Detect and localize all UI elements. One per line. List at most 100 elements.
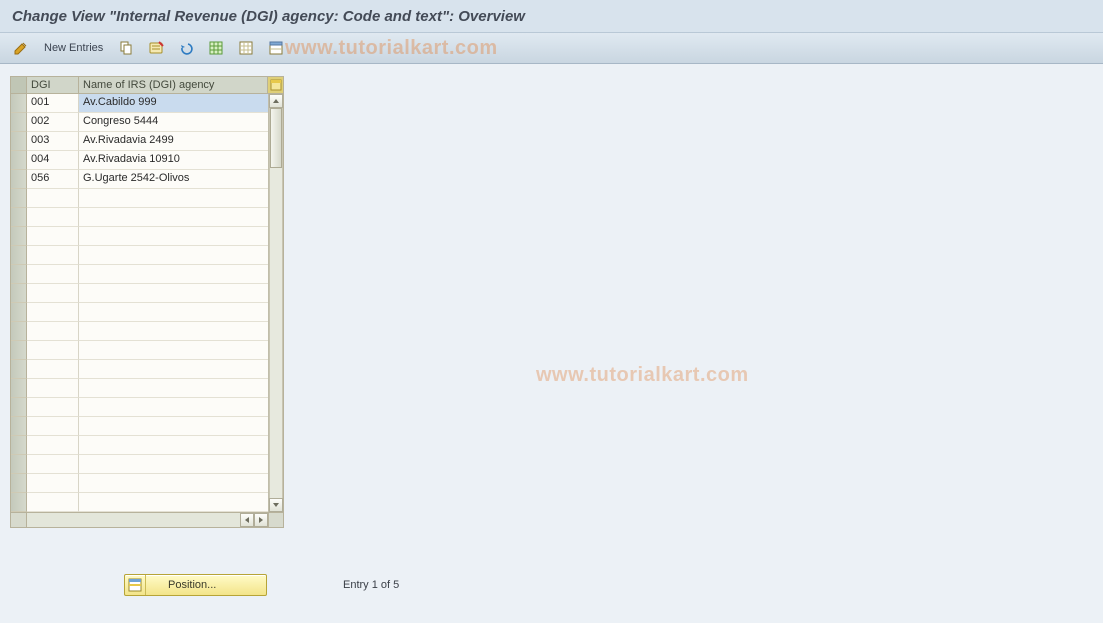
cell-dgi[interactable]: [27, 341, 79, 360]
cell-dgi[interactable]: [27, 493, 79, 512]
cell-agency-name[interactable]: [79, 417, 283, 436]
title-bar: Change View "Internal Revenue (DGI) agen…: [0, 0, 1103, 33]
cell-agency-name[interactable]: Av.Cabildo 999: [79, 94, 283, 113]
row-selector[interactable]: [11, 398, 27, 417]
cell-agency-name[interactable]: [79, 265, 283, 284]
cell-dgi[interactable]: [27, 379, 79, 398]
row-selector[interactable]: [11, 208, 27, 227]
cell-dgi[interactable]: [27, 360, 79, 379]
cell-dgi[interactable]: 056: [27, 170, 79, 189]
row-selector[interactable]: [11, 284, 27, 303]
cell-dgi[interactable]: 002: [27, 113, 79, 132]
cell-agency-name[interactable]: [79, 493, 283, 512]
new-entries-button[interactable]: New Entries: [38, 38, 109, 58]
cell-dgi[interactable]: [27, 398, 79, 417]
cell-dgi[interactable]: [27, 436, 79, 455]
table-row: [11, 227, 283, 246]
cell-dgi[interactable]: 004: [27, 151, 79, 170]
table-row: [11, 322, 283, 341]
cell-dgi[interactable]: 003: [27, 132, 79, 151]
row-selector[interactable]: [11, 474, 27, 493]
scroll-left-button[interactable]: [240, 513, 254, 527]
page-title: Change View "Internal Revenue (DGI) agen…: [12, 8, 525, 25]
row-selector[interactable]: [11, 265, 27, 284]
row-selector[interactable]: [11, 246, 27, 265]
row-selector[interactable]: [11, 360, 27, 379]
hscroll-corner: [11, 513, 27, 527]
row-selector[interactable]: [11, 189, 27, 208]
cell-dgi[interactable]: 001: [27, 94, 79, 113]
undo-button[interactable]: [173, 37, 199, 59]
table-settings-button[interactable]: [263, 37, 289, 59]
row-selector[interactable]: [11, 132, 27, 151]
cell-agency-name[interactable]: [79, 246, 283, 265]
cell-agency-name[interactable]: [79, 360, 283, 379]
select-all-button[interactable]: [203, 37, 229, 59]
cell-agency-name[interactable]: [79, 303, 283, 322]
cell-agency-name[interactable]: Av.Rivadavia 2499: [79, 132, 283, 151]
table-row: 002Congreso 5444: [11, 113, 283, 132]
row-selector[interactable]: [11, 436, 27, 455]
cell-dgi[interactable]: [27, 303, 79, 322]
scroll-thumb[interactable]: [270, 108, 282, 168]
position-button[interactable]: Position...: [124, 574, 267, 596]
cell-agency-name[interactable]: [79, 379, 283, 398]
watermark-text: www.tutorialkart.com: [285, 33, 498, 63]
scroll-track[interactable]: [269, 108, 283, 498]
cell-agency-name[interactable]: [79, 455, 283, 474]
row-selector-header[interactable]: [11, 77, 27, 93]
cell-dgi[interactable]: [27, 474, 79, 493]
scroll-right-button[interactable]: [254, 513, 268, 527]
scroll-down-button[interactable]: [269, 498, 283, 512]
cell-agency-name[interactable]: [79, 436, 283, 455]
cell-agency-name[interactable]: Av.Rivadavia 10910: [79, 151, 283, 170]
row-selector[interactable]: [11, 113, 27, 132]
cell-dgi[interactable]: [27, 227, 79, 246]
cell-dgi[interactable]: [27, 284, 79, 303]
cell-agency-name[interactable]: [79, 398, 283, 417]
row-selector[interactable]: [11, 151, 27, 170]
row-selector[interactable]: [11, 493, 27, 512]
row-selector[interactable]: [11, 94, 27, 113]
horizontal-scrollbar[interactable]: [11, 512, 283, 527]
table-row: 001Av.Cabildo 999: [11, 94, 283, 113]
row-selector[interactable]: [11, 379, 27, 398]
cell-dgi[interactable]: [27, 208, 79, 227]
cell-agency-name[interactable]: [79, 189, 283, 208]
dgi-agency-table: DGI Name of IRS (DGI) agency 001Av.Cabil…: [10, 76, 284, 528]
scroll-up-button[interactable]: [269, 94, 283, 108]
table-row: [11, 360, 283, 379]
vertical-scrollbar[interactable]: [268, 94, 283, 512]
table-configure-button[interactable]: [268, 77, 283, 93]
cell-agency-name[interactable]: [79, 227, 283, 246]
row-selector[interactable]: [11, 322, 27, 341]
row-selector[interactable]: [11, 227, 27, 246]
cell-dgi[interactable]: [27, 417, 79, 436]
cell-dgi[interactable]: [27, 246, 79, 265]
cell-agency-name[interactable]: [79, 284, 283, 303]
copy-as-button[interactable]: [113, 37, 139, 59]
cell-agency-name[interactable]: [79, 208, 283, 227]
delete-button[interactable]: [143, 37, 169, 59]
row-selector[interactable]: [11, 170, 27, 189]
cell-dgi[interactable]: [27, 189, 79, 208]
cell-agency-name[interactable]: G.Ugarte 2542-Olivos: [79, 170, 283, 189]
row-selector[interactable]: [11, 303, 27, 322]
row-selector[interactable]: [11, 341, 27, 360]
cell-dgi[interactable]: [27, 265, 79, 284]
row-selector[interactable]: [11, 417, 27, 436]
row-selector[interactable]: [11, 455, 27, 474]
cell-dgi[interactable]: [27, 455, 79, 474]
table-row: [11, 189, 283, 208]
cell-agency-name[interactable]: Congreso 5444: [79, 113, 283, 132]
cell-agency-name[interactable]: [79, 322, 283, 341]
cell-agency-name[interactable]: [79, 474, 283, 493]
deselect-all-button[interactable]: [233, 37, 259, 59]
table-body: 001Av.Cabildo 999002Congreso 5444003Av.R…: [11, 94, 283, 512]
column-header-name[interactable]: Name of IRS (DGI) agency: [79, 77, 268, 93]
table-row: [11, 246, 283, 265]
toggle-display-change-button[interactable]: [8, 37, 34, 59]
column-header-dgi[interactable]: DGI: [27, 77, 79, 93]
cell-dgi[interactable]: [27, 322, 79, 341]
cell-agency-name[interactable]: [79, 341, 283, 360]
